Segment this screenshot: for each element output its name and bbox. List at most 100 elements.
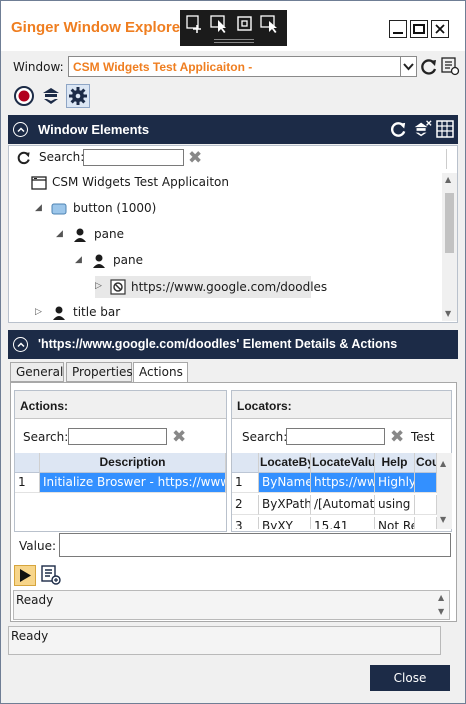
collapse-chevron-icon[interactable] — [13, 337, 28, 352]
table-row[interactable]: https://ww — [311, 473, 375, 493]
clear-actions-search-icon[interactable]: ✖ — [172, 429, 186, 446]
column-count[interactable]: Cou — [415, 453, 437, 473]
scroll-down-icon[interactable]: ▼ — [440, 515, 446, 524]
app-title: Ginger Window Explorer — [11, 19, 186, 36]
locators-panel: Locators: Search: ✖ Test LocateBy Locate… — [231, 390, 452, 532]
column-locate-value[interactable]: LocateValu — [311, 453, 375, 473]
caret-expanded-icon[interactable]: ◢ — [75, 255, 82, 265]
user-icon — [72, 227, 88, 243]
scroll-down-icon[interactable]: ▼ — [445, 309, 451, 318]
table-row[interactable]: ByXY — [259, 517, 311, 529]
window-list-icon[interactable] — [440, 56, 462, 78]
close-window-button[interactable] — [431, 20, 449, 38]
grid-corner — [15, 453, 40, 473]
table-row[interactable]: using / — [375, 495, 415, 515]
live-spy-icon[interactable] — [260, 14, 280, 34]
window-select[interactable]: CSM Widgets Test Applicaiton - — [68, 56, 401, 77]
action-list-icon[interactable] — [41, 565, 63, 587]
column-description[interactable]: Description — [40, 453, 226, 473]
highlight-icon[interactable] — [235, 14, 255, 34]
title-toolbar — [180, 10, 287, 46]
settings-button[interactable] — [66, 84, 90, 108]
tab-properties[interactable]: Properties — [66, 362, 133, 382]
link-element-icon — [110, 279, 126, 295]
scroll-down-icon[interactable]: ▼ — [438, 607, 444, 616]
locators-grid: LocateBy LocateValu Help Cou 1 ByName ht… — [232, 453, 437, 529]
actions-search-label: Search: — [23, 430, 69, 444]
caret-collapsed-icon[interactable]: ▷ — [35, 307, 42, 317]
table-row[interactable]: /[Automati — [311, 495, 375, 515]
add-element-icon[interactable] — [185, 14, 205, 34]
table-row[interactable] — [415, 517, 437, 529]
window-elements-title: Window Elements — [38, 122, 150, 137]
table-row[interactable]: ByName — [259, 473, 311, 493]
test-locator-button[interactable]: Test — [411, 430, 435, 444]
clear-locators-search-icon[interactable]: ✖ — [390, 429, 404, 446]
user-icon — [91, 253, 107, 269]
locators-header: Locators: — [232, 391, 451, 419]
value-input[interactable] — [59, 533, 451, 557]
grid-view-icon[interactable] — [436, 120, 454, 141]
table-row[interactable]: 15,41 — [311, 517, 375, 529]
explorer-status-text: Ready — [11, 629, 49, 643]
chevron-down-icon — [403, 63, 414, 71]
scroll-thumb[interactable] — [445, 193, 454, 253]
table-row[interactable]: Highly — [375, 473, 415, 493]
window-icon — [31, 175, 47, 191]
close-button[interactable]: Close — [370, 665, 450, 691]
row-number: 1 — [15, 473, 40, 493]
locators-vertical-scrollbar[interactable]: ▲ ▼ — [437, 453, 452, 529]
tab-general[interactable]: General — [10, 362, 64, 382]
caret-expanded-icon[interactable]: ◢ — [56, 229, 63, 239]
select-pointer-icon[interactable] — [210, 14, 230, 34]
scroll-up-icon[interactable]: ▲ — [445, 175, 451, 184]
tree-vertical-scrollbar[interactable]: ▲ ▼ — [442, 173, 457, 321]
row-number: 2 — [232, 495, 259, 515]
table-row[interactable]: ByXPath — [259, 495, 311, 515]
maximize-button[interactable] — [410, 20, 428, 38]
scroll-up-icon[interactable]: ▲ — [440, 459, 446, 468]
action-status-box: Ready ▲ ▼ — [13, 590, 450, 620]
window-elements-header: Window Elements — [8, 115, 458, 144]
table-row[interactable] — [415, 495, 437, 515]
collapse-chevron-icon[interactable] — [13, 122, 28, 137]
toolbar-grip[interactable] — [214, 39, 254, 43]
window-select-value: CSM Widgets Test Applicaiton - — [73, 60, 253, 74]
column-locate-by[interactable]: LocateBy — [259, 453, 311, 473]
table-row[interactable] — [415, 473, 437, 493]
table-row[interactable]: Not Re — [375, 517, 415, 529]
actions-search-input[interactable] — [68, 428, 167, 445]
element-details-header: 'https://www.google.com/doodles' Element… — [8, 330, 458, 359]
button-icon — [51, 201, 67, 217]
refresh-tree-icon[interactable] — [16, 150, 32, 169]
elements-search-input[interactable] — [83, 149, 184, 166]
locators-search-label: Search: — [242, 430, 288, 444]
tab-actions[interactable]: Actions — [133, 362, 188, 383]
window-select-dropdown[interactable] — [401, 56, 417, 77]
value-label: Value: — [19, 539, 56, 553]
locators-search-input[interactable] — [286, 428, 385, 445]
actions-header: Actions: — [15, 391, 226, 419]
column-help[interactable]: Help — [375, 453, 415, 473]
gear-icon — [69, 87, 87, 105]
run-action-button[interactable] — [14, 565, 36, 586]
caret-collapsed-icon[interactable]: ▷ — [95, 281, 102, 291]
filter-icon[interactable] — [446, 149, 455, 169]
refresh-windows-icon[interactable] — [419, 57, 441, 79]
refresh-elements-icon[interactable] — [389, 120, 408, 142]
row-number: 3 — [232, 517, 259, 529]
minimize-button[interactable] — [389, 20, 407, 38]
clear-agent-icon[interactable] — [412, 119, 432, 142]
record-icon[interactable] — [13, 85, 35, 107]
agent-icon[interactable] — [40, 85, 62, 107]
explorer-status-box: Ready — [8, 626, 441, 655]
element-details-title: 'https://www.google.com/doodles' Element… — [38, 337, 398, 351]
play-icon — [20, 569, 31, 582]
caret-expanded-icon[interactable]: ◢ — [35, 203, 42, 213]
table-row[interactable]: Initialize Broswer - https://www.gc — [40, 473, 226, 493]
tree-node-doodles[interactable]: ▷ https://www.google.com/doodles — [95, 276, 327, 298]
action-status-text: Ready — [16, 593, 54, 607]
elements-tree-panel: Search: ✖ CSM Widgets Test Applicaiton ◢… — [8, 145, 458, 323]
scroll-up-icon[interactable]: ▲ — [438, 593, 444, 602]
clear-search-icon[interactable]: ✖ — [188, 150, 202, 167]
